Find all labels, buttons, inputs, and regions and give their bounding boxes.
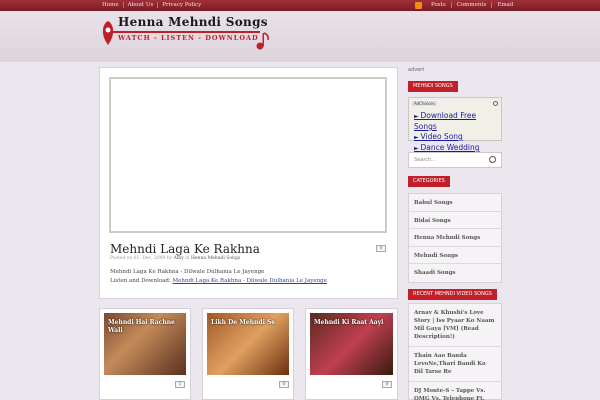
category-item-shaadi[interactable]: Shaadi Songs — [409, 264, 501, 282]
nav-home-link[interactable]: Home — [100, 2, 124, 8]
post-meta-in: in — [185, 256, 190, 261]
rss-icon[interactable] — [415, 2, 422, 9]
thumb-title-2[interactable]: Likh De Mehndi Se — [211, 319, 275, 327]
feed-nav: Posts Comments Email — [426, 2, 518, 8]
thumb-title-1[interactable]: Mehndi Hai Rachne Wali — [108, 319, 186, 335]
nav-about-link[interactable]: About Us — [124, 2, 159, 8]
post-category-link[interactable]: Henna Mehndi Songs — [191, 256, 240, 261]
logo-subtitle: WATCH - LISTEN - DOWNLOAD — [118, 34, 259, 42]
search-input[interactable]: Search... — [408, 152, 502, 168]
site-header — [0, 11, 600, 62]
post-author-link[interactable]: Amy — [174, 256, 184, 261]
recent-videos-heading: Recent Mehndi Video Songs — [408, 289, 497, 300]
search-icon[interactable] — [489, 156, 496, 163]
ad-box: AdChoices Download Free Songs Video Song… — [408, 97, 502, 152]
ad-link-download-free-songs[interactable]: Download Free Songs — [414, 111, 501, 132]
thumb-image-1[interactable]: Mehndi Hai Rachne Wali — [104, 313, 186, 375]
post-date: Posted on 01. Dec, 2009 by — [110, 256, 173, 261]
post-line-1: Mehndi Laga Ke Rakhna - Dilwale Dulhania… — [110, 269, 265, 275]
logo-title: Henna Mehndi Songs — [118, 15, 268, 29]
thumb-comment-badge-2[interactable]: 0 — [279, 381, 289, 388]
adchoices-icon[interactable] — [493, 101, 498, 106]
advert-label: advert — [408, 67, 425, 73]
ad-link-video-song[interactable]: Video Song — [414, 132, 501, 143]
thumb-image-3[interactable]: Mehndi Ki Raat Aayi — [310, 313, 393, 375]
categories-list: Babul Songs Bidai Songs Henna Mehndi Son… — [408, 193, 502, 283]
email-feed-link[interactable]: Email — [492, 2, 518, 8]
post-line-2: Listen and Download: Mehndi Laga Ke Rakh… — [110, 277, 327, 286]
categories-heading: Categories — [408, 176, 450, 187]
post-meta: Posted on 01. Dec, 2009 by Amy in Henna … — [110, 256, 240, 261]
site-logo[interactable]: Henna Mehndi Songs WATCH - LISTEN - DOWN… — [100, 13, 272, 57]
download-link[interactable]: Mehndi Laga Ke Rakhna - Dilwale Dulhania… — [173, 278, 327, 284]
search-placeholder: Search... — [414, 157, 436, 163]
recent-videos-list: Arnav & Khushi's Love Story | Iss Pyaar … — [408, 303, 502, 400]
post-title[interactable]: Mehndi Laga Ke Rakhna — [110, 242, 260, 256]
comments-feed-link[interactable]: Comments — [452, 2, 493, 8]
recent-video-item[interactable]: DJ Monte-S – Tappe Vs. OMG Vs. Telephone… — [409, 382, 501, 400]
thumb-title-3[interactable]: Mehndi Ki Raat Aayi — [314, 319, 383, 327]
mehndi-songs-heading: Mehndi Songs — [408, 81, 458, 92]
nav-privacy-link[interactable]: Privacy Policy — [158, 2, 205, 8]
category-item-bidai[interactable]: Bidai Songs — [409, 212, 501, 229]
posts-feed-link[interactable]: Posts — [426, 2, 452, 8]
category-item-babul[interactable]: Babul Songs — [409, 194, 501, 212]
listen-download-label: Listen and Download: — [110, 278, 171, 284]
top-nav: Home About Us Privacy Policy — [100, 2, 205, 8]
thumb-comment-badge-1[interactable]: 1 — [175, 381, 185, 388]
category-item-mehndi[interactable]: Mehndi Songs — [409, 247, 501, 264]
thumb-comment-badge-3[interactable]: 0 — [382, 381, 392, 388]
logo-divider — [112, 31, 260, 33]
category-item-henna-mehndi[interactable]: Henna Mehndi Songs — [409, 229, 501, 247]
music-note-icon — [256, 32, 269, 50]
video-player[interactable] — [109, 77, 387, 233]
recent-video-item[interactable]: Thain Aao Banda LevoNe,Thari Bandi Ko Di… — [409, 347, 501, 382]
adchoices-badge[interactable]: AdChoices — [412, 101, 437, 106]
comment-count-badge[interactable]: 0 — [376, 245, 386, 252]
recent-video-item[interactable]: Arnav & Khushi's Love Story | Iss Pyaar … — [409, 304, 501, 347]
post-body: Mehndi Laga Ke Rakhna - Dilwale Dulhania… — [110, 268, 327, 286]
thumb-image-2[interactable]: Likh De Mehndi Se — [207, 313, 289, 375]
ad-links: Download Free Songs Video Song Dance Wed… — [414, 111, 501, 154]
